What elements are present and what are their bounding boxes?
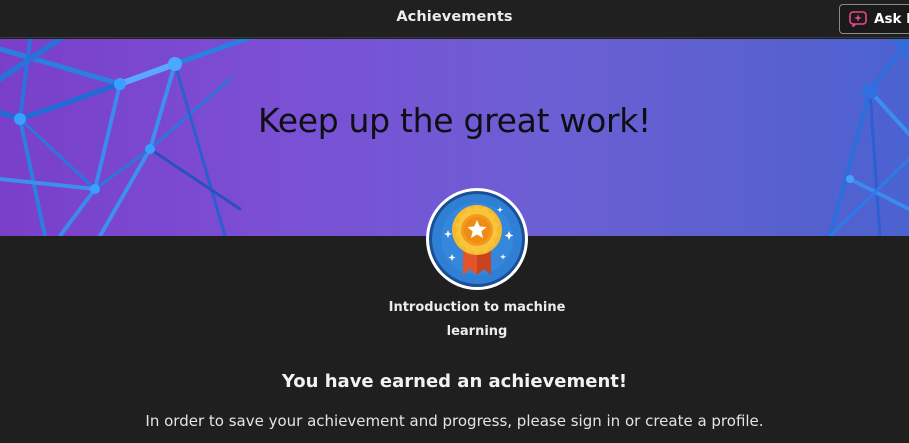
sign-in-message: In order to save your achievement and pr… — [145, 412, 764, 430]
hero-title: Keep up the great work! — [258, 101, 651, 140]
ask-learn-label: Ask L — [874, 11, 909, 27]
medal-star-icon — [426, 188, 528, 290]
app-window: Achievements Ask L — [0, 0, 909, 443]
page-title: Achievements — [396, 9, 513, 25]
ask-learn-button[interactable]: Ask L — [839, 4, 909, 34]
sparkle-chat-icon — [849, 11, 867, 27]
earned-heading: You have earned an achievement! — [281, 371, 628, 392]
achievement-name: Introduction to machine learning — [388, 300, 566, 339]
top-bar: Achievements Ask L — [0, 0, 909, 38]
